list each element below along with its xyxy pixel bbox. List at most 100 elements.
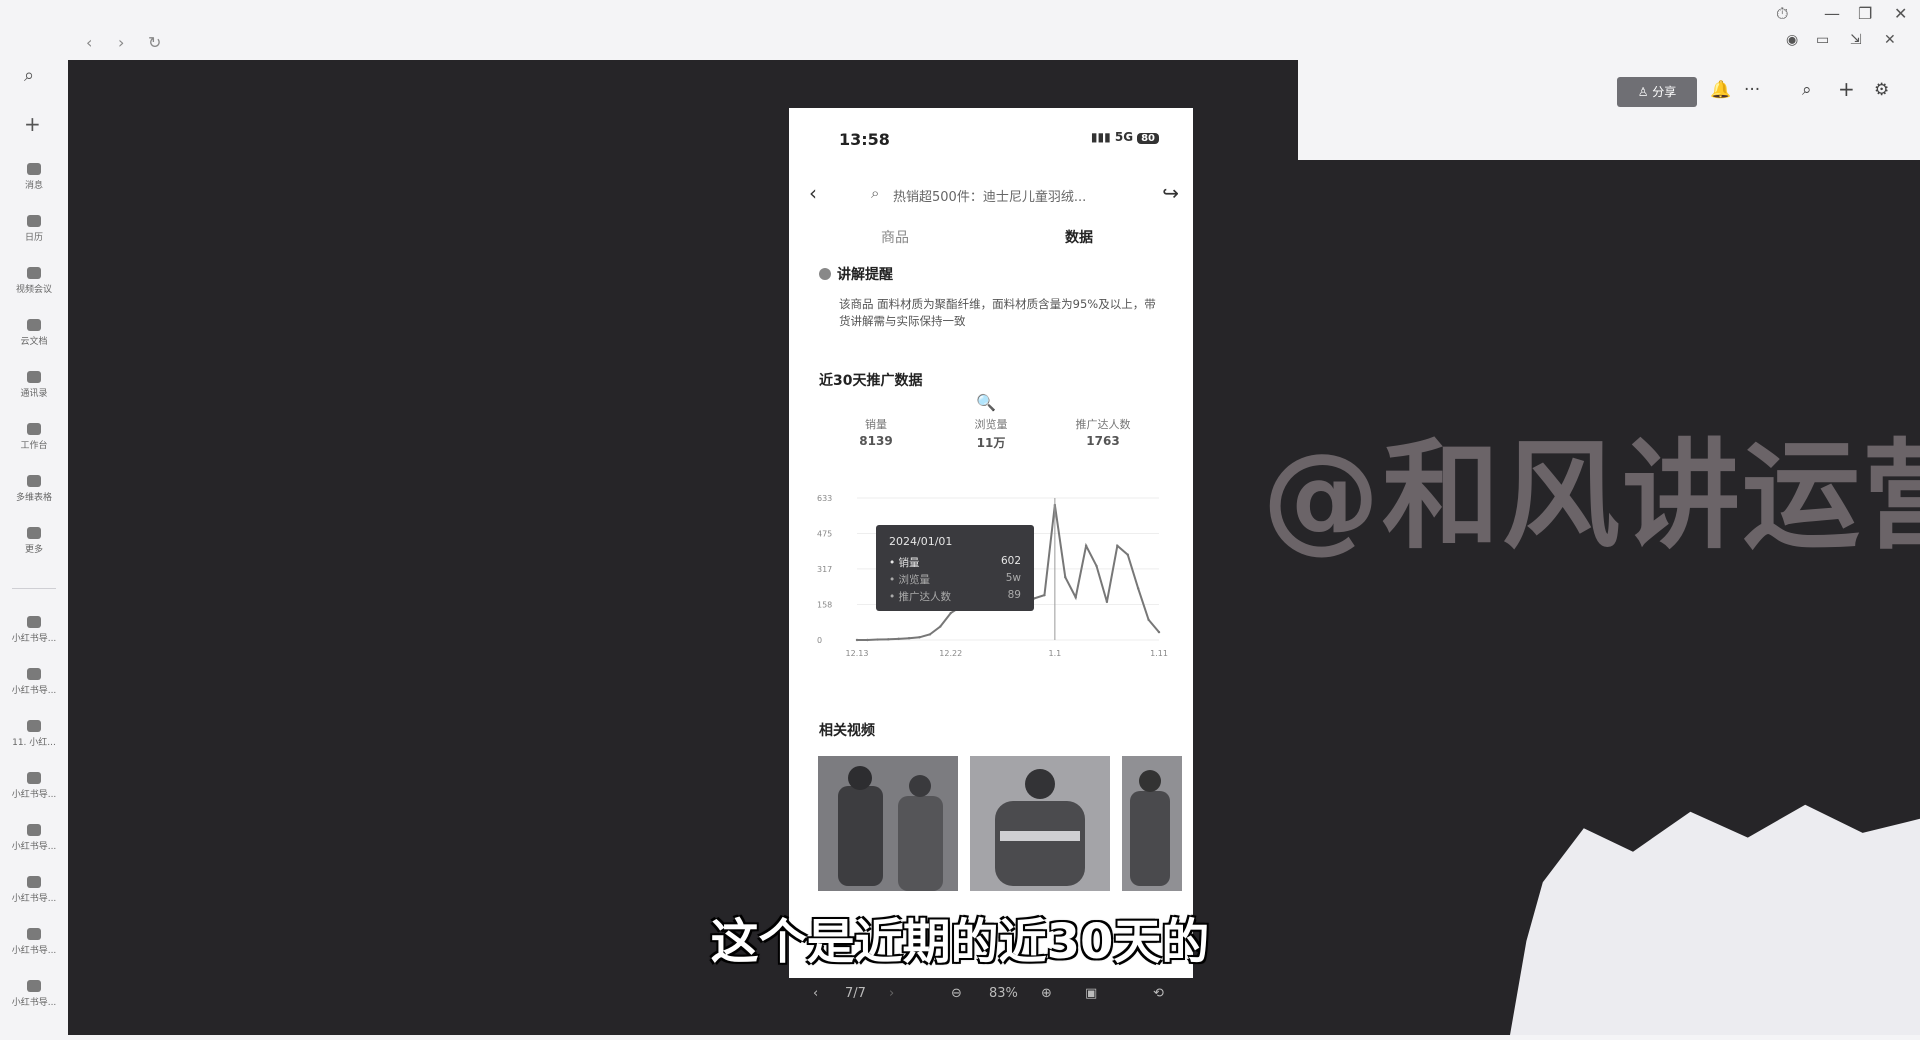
maximize-button[interactable]: ❐ xyxy=(1858,4,1872,23)
phone-screenshot: 13:58 ▮▮▮ 5G 80 ‹ ⌕ 热销超500件：迪士尼儿童羽绒... ↪ … xyxy=(789,108,1193,978)
zoom-icon[interactable]: 🔍 xyxy=(976,393,996,412)
y-tick-label: 475 xyxy=(817,529,832,538)
user-icon: ♙ xyxy=(1637,85,1653,99)
sidebar-divider xyxy=(12,588,56,589)
title-bar: ‹ › ↻ ⏱ — ❐ ✕ ◉ ▭ ⇲ ✕ xyxy=(0,0,1920,58)
tooltip-date: 2024/01/01 xyxy=(889,535,953,548)
recent-doc-item[interactable]: 小红书导... xyxy=(0,668,68,696)
sidebar-item-contacts[interactable]: 通讯录 xyxy=(0,371,68,399)
nav-forward-button[interactable]: › xyxy=(118,33,124,52)
data-point xyxy=(1105,600,1109,604)
recent-doc-item[interactable]: 小红书导... xyxy=(0,980,68,1008)
sidebar-item-messages[interactable]: 消息 xyxy=(0,163,68,191)
page-indicator: 7/7 xyxy=(845,986,866,1001)
settings-icon[interactable]: ⚙ xyxy=(1874,80,1889,100)
data-point xyxy=(1126,553,1129,556)
recent-doc-item[interactable]: 小红书导... xyxy=(0,824,68,852)
sidebar-item-calendar[interactable]: 日历 xyxy=(0,215,68,243)
search-icon: ⌕ xyxy=(871,184,880,202)
section-title: 近30天推广数据 xyxy=(819,373,923,389)
data-point xyxy=(1084,544,1088,547)
data-point xyxy=(887,638,890,641)
tip-text: 该商品 面料材质为聚酯纤维，面料材质含量为95%及以上，带货讲解需与实际保持一致 xyxy=(839,297,1156,328)
bell-icon[interactable]: 🔔 xyxy=(1710,80,1731,100)
data-point xyxy=(907,637,911,640)
sidebar-item-meeting[interactable]: 视频会议 xyxy=(0,267,68,295)
rotate-button[interactable]: ⟲ xyxy=(1153,986,1164,1001)
video-icon xyxy=(27,267,41,279)
search-input[interactable]: 热销超500件：迪士尼儿童羽绒... xyxy=(893,186,1123,205)
doc-icon xyxy=(27,720,41,732)
nav-back-button[interactable]: ‹ xyxy=(86,33,92,52)
tab-goods[interactable]: 商品 xyxy=(881,227,909,247)
metric-sales[interactable]: 销量 8139 xyxy=(826,416,926,448)
more-icon[interactable]: ··· xyxy=(1744,80,1760,100)
chat-icon[interactable]: ◉ xyxy=(1786,32,1798,48)
sidebar-item-workplace[interactable]: 工作台 xyxy=(0,423,68,451)
signal-icon: ▮▮▮ xyxy=(1090,130,1115,144)
history-icon[interactable]: ⏱ xyxy=(1776,4,1788,24)
fit-page-button[interactable]: ▣ xyxy=(1085,986,1097,1001)
data-point xyxy=(897,637,900,641)
link-icon[interactable]: ⇲ xyxy=(1850,32,1862,48)
data-point xyxy=(918,636,921,639)
doc-icon xyxy=(27,319,41,331)
sidebar-item-docs[interactable]: 云文档 xyxy=(0,319,68,347)
prev-page-button[interactable]: ‹ xyxy=(813,986,818,1001)
add-icon[interactable]: + xyxy=(1838,77,1855,101)
x-tick-label: 1.11 xyxy=(1150,649,1168,658)
status-indicators: ▮▮▮ 5G 80 xyxy=(1091,130,1159,144)
tooltip-row: 浏览量5w xyxy=(889,572,1021,587)
video-thumbnail[interactable] xyxy=(818,756,958,891)
data-point xyxy=(876,638,880,641)
metric-promoters[interactable]: 推广达人数 1763 xyxy=(1053,416,1153,448)
data-point xyxy=(1136,587,1140,590)
chart-tooltip: 2024/01/01 销量602 浏览量5w 推广达人数89 xyxy=(876,525,1034,611)
recent-doc-item[interactable]: 11. 小红... xyxy=(0,720,68,748)
info-icon xyxy=(819,268,831,280)
metric-views[interactable]: 浏览量 11万 xyxy=(941,416,1041,451)
video-thumbnail[interactable] xyxy=(1122,756,1182,891)
reload-button[interactable]: ↻ xyxy=(148,33,161,52)
back-icon[interactable]: ‹ xyxy=(809,181,817,205)
doc-icon xyxy=(27,824,41,836)
sidebar-item-more[interactable]: 更多 xyxy=(0,527,68,555)
data-point xyxy=(949,611,952,615)
y-tick-label: 158 xyxy=(817,601,832,610)
zoom-out-button[interactable]: ⊖ xyxy=(951,986,962,1001)
data-point xyxy=(866,638,869,642)
search-icon[interactable]: ⌕ xyxy=(1802,80,1812,100)
doc-icon xyxy=(27,772,41,784)
grid-icon xyxy=(27,423,41,435)
close-button[interactable]: ✕ xyxy=(1894,4,1907,23)
data-point xyxy=(1157,630,1161,634)
data-point xyxy=(928,633,932,636)
video-subtitle: 这个是近期的近30天的 xyxy=(710,914,1210,970)
next-page-button[interactable]: › xyxy=(889,986,894,1001)
share-icon[interactable]: ↪ xyxy=(1162,181,1179,205)
sidebar-item-bitable[interactable]: 多维表格 xyxy=(0,475,68,503)
add-icon[interactable]: + xyxy=(24,112,41,136)
related-videos-title: 相关视频 xyxy=(819,723,875,739)
video-thumbnail[interactable] xyxy=(970,756,1110,891)
left-sidebar: ⌕ + 消息 日历 视频会议 云文档 通讯录 工作台 多维表格 更多 小红书导.… xyxy=(0,58,68,1040)
status-time: 13:58 xyxy=(839,130,890,149)
data-point xyxy=(939,625,942,628)
y-tick-label: 633 xyxy=(817,494,832,503)
recent-doc-item[interactable]: 小红书导... xyxy=(0,876,68,904)
window-icon[interactable]: ▭ xyxy=(1816,32,1829,48)
data-point xyxy=(1064,575,1067,579)
doc-icon xyxy=(27,980,41,992)
message-icon xyxy=(27,163,41,175)
recent-doc-item[interactable]: 小红书导... xyxy=(0,616,68,644)
close-doc-button[interactable]: ✕ xyxy=(1884,32,1896,48)
share-button[interactable]: ♙ 分享 xyxy=(1617,77,1697,107)
search-icon[interactable]: ⌕ xyxy=(24,65,34,86)
zoom-in-button[interactable]: ⊕ xyxy=(1041,986,1052,1001)
data-point xyxy=(855,638,859,642)
minimize-button[interactable]: — xyxy=(1824,4,1840,23)
table-icon xyxy=(27,475,41,487)
data-point xyxy=(1043,593,1046,597)
recent-doc-item[interactable]: 小红书导... xyxy=(0,772,68,800)
tab-data[interactable]: 数据 xyxy=(1065,227,1093,247)
